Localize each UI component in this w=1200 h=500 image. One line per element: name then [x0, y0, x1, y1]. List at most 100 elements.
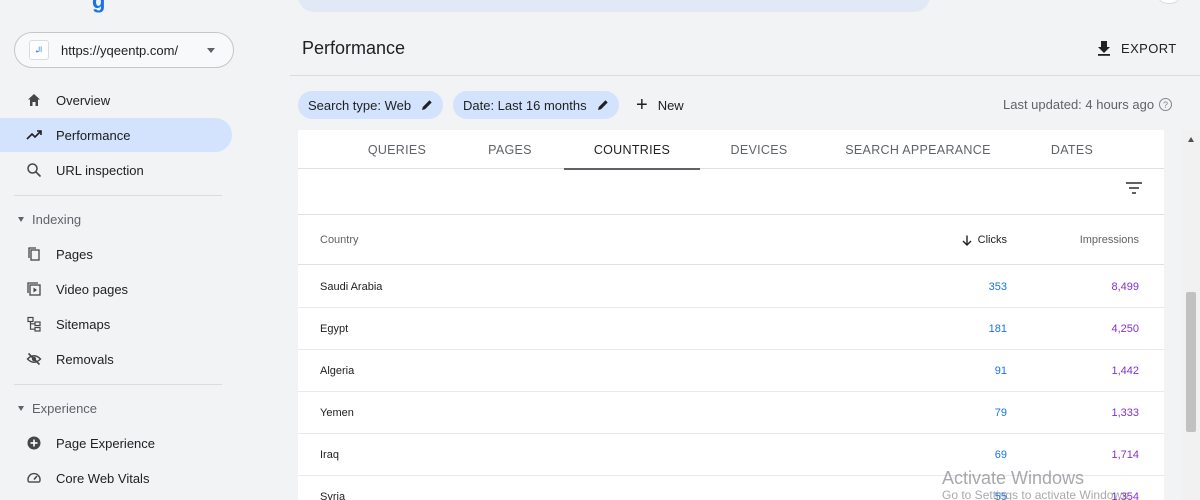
export-label: EXPORT — [1121, 40, 1177, 56]
caret-down-icon — [207, 48, 215, 53]
sidebar-item-core-web-vitals[interactable]: Core Web Vitals — [0, 461, 232, 495]
site-favicon: ﺍﻟﻴ — [29, 40, 49, 60]
report-tabs: QUERIES PAGES COUNTRIES DEVICES SEARCH A… — [298, 130, 1164, 170]
logo: g — [92, 0, 106, 13]
collapse-triangle-icon — [18, 216, 24, 222]
chip-label: Search type: Web — [308, 97, 412, 113]
table-header: Country Clicks Impressions — [298, 215, 1164, 265]
chip-label: Date: Last 16 months — [463, 97, 587, 113]
sidebar-item-removals[interactable]: Removals — [0, 342, 232, 376]
sidebar: g ﺍﻟﻴ https://yqeentp.com/ Overview Perf… — [0, 0, 245, 500]
sidebar-item-label: Performance — [56, 127, 131, 143]
trending-up-icon — [26, 127, 42, 143]
sidebar-item-video-pages[interactable]: Video pages — [0, 272, 232, 306]
column-header-impressions[interactable]: Impressions — [1080, 215, 1139, 265]
watermark-subtitle: Go to Settings to activate Windows. — [942, 488, 1132, 500]
sidebar-divider — [14, 384, 222, 385]
table-row[interactable]: Egypt 181 4,250 — [298, 308, 1164, 350]
cell-clicks: 181 — [988, 323, 1007, 335]
filter-chip-date[interactable]: Date: Last 16 months — [453, 91, 619, 119]
tab-label: DATES — [1050, 142, 1094, 157]
sidebar-item-overview[interactable]: Overview — [0, 83, 232, 117]
section-title: Indexing — [32, 211, 82, 227]
last-updated: Last updated: 4 hours ago ? — [1003, 97, 1173, 112]
cell-country: Algeria — [320, 365, 355, 377]
pages-icon — [26, 246, 42, 262]
cell-country: Iraq — [320, 449, 339, 461]
scroll-up-arrow-icon[interactable] — [1188, 137, 1194, 142]
new-filter-button[interactable]: + New — [636, 93, 684, 117]
watermark-title: Activate Windows — [942, 468, 1085, 488]
cell-country: Egypt — [320, 323, 349, 335]
tab-countries[interactable]: COUNTRIES — [564, 130, 700, 170]
plus-icon: + — [636, 94, 648, 116]
cell-impressions: 4,250 — [1111, 323, 1139, 335]
tab-label: QUERIES — [367, 142, 427, 157]
cell-country: Syria — [320, 491, 346, 500]
sidebar-item-label: Video pages — [56, 281, 129, 297]
last-updated-text: Last updated: 4 hours ago — [1003, 97, 1155, 112]
gauge-icon — [26, 470, 42, 486]
sidebar-item-label: Overview — [56, 92, 111, 108]
search-icon — [26, 162, 42, 178]
new-label: New — [657, 97, 684, 113]
cell-clicks: 79 — [994, 407, 1007, 419]
tab-label: PAGES — [488, 142, 532, 157]
sitemap-icon — [26, 316, 42, 332]
tab-dates[interactable]: DATES — [1032, 130, 1112, 169]
cell-clicks: 91 — [994, 365, 1007, 377]
cell-impressions: 1,714 — [1111, 449, 1139, 461]
tab-pages[interactable]: PAGES — [470, 130, 550, 169]
property-url: https://yqeentp.com/ — [61, 42, 179, 58]
pencil-icon — [422, 100, 432, 110]
cell-impressions: 1,333 — [1111, 407, 1139, 419]
sidebar-item-performance[interactable]: Performance — [0, 118, 232, 152]
help-icon[interactable]: ? — [1159, 98, 1173, 111]
search-console-app: g ﺍﻟﻴ https://yqeentp.com/ Overview Perf… — [0, 0, 1200, 500]
tab-queries[interactable]: QUERIES — [352, 130, 442, 169]
export-button[interactable]: EXPORT — [1097, 38, 1177, 58]
cell-clicks: 353 — [988, 281, 1007, 293]
sidebar-item-label: Page Experience — [56, 435, 156, 451]
home-icon — [26, 92, 42, 108]
avatar[interactable] — [1158, 0, 1180, 4]
arrow-down-icon — [962, 235, 972, 246]
search-bar[interactable] — [298, 0, 930, 12]
cell-country: Yemen — [320, 407, 354, 419]
column-label: Clicks — [977, 234, 1007, 246]
sidebar-item-sitemaps[interactable]: Sitemaps — [0, 307, 232, 341]
scrollbar-thumb[interactable] — [1186, 292, 1196, 432]
report-table-card: QUERIES PAGES COUNTRIES DEVICES SEARCH A… — [298, 130, 1164, 500]
cell-impressions: 8,499 — [1111, 281, 1139, 293]
sidebar-item-page-experience[interactable]: Page Experience — [0, 426, 232, 460]
section-toggle-indexing[interactable]: Indexing — [18, 209, 81, 229]
sidebar-item-url-inspection[interactable]: URL inspection — [0, 153, 232, 187]
column-header-clicks[interactable]: Clicks — [962, 215, 1007, 265]
page-experience-icon — [26, 435, 42, 451]
column-header-country[interactable]: Country — [320, 215, 359, 265]
table-row[interactable]: Yemen 79 1,333 — [298, 392, 1164, 434]
section-toggle-experience[interactable]: Experience — [18, 398, 97, 418]
table-row[interactable]: Saudi Arabia 353 8,499 — [298, 266, 1164, 308]
property-selector[interactable]: ﺍﻟﻴ https://yqeentp.com/ — [14, 32, 234, 68]
sidebar-item-label: Core Web Vitals — [56, 470, 150, 486]
table-row[interactable]: Algeria 91 1,442 — [298, 350, 1164, 392]
filter-chip-search-type[interactable]: Search type: Web — [298, 91, 444, 119]
section-title: Experience — [32, 400, 98, 416]
column-label: Impressions — [1079, 234, 1139, 246]
collapse-triangle-icon — [18, 405, 24, 411]
download-icon — [1098, 41, 1110, 56]
header-divider — [290, 75, 1200, 76]
sidebar-item-pages[interactable]: Pages — [0, 237, 232, 271]
tab-search-appearance[interactable]: SEARCH APPEARANCE — [838, 130, 998, 169]
eye-off-icon — [26, 351, 42, 367]
filter-rows-icon[interactable] — [1126, 181, 1142, 195]
table-filter-bar — [298, 169, 1164, 215]
tab-label: SEARCH APPEARANCE — [845, 142, 991, 157]
cell-impressions: 1,442 — [1111, 365, 1139, 377]
tab-label: DEVICES — [730, 142, 788, 157]
sidebar-item-label: Pages — [56, 246, 93, 262]
video-pages-icon — [26, 281, 42, 297]
tab-devices[interactable]: DEVICES — [714, 130, 804, 169]
tab-label: COUNTRIES — [593, 142, 671, 157]
